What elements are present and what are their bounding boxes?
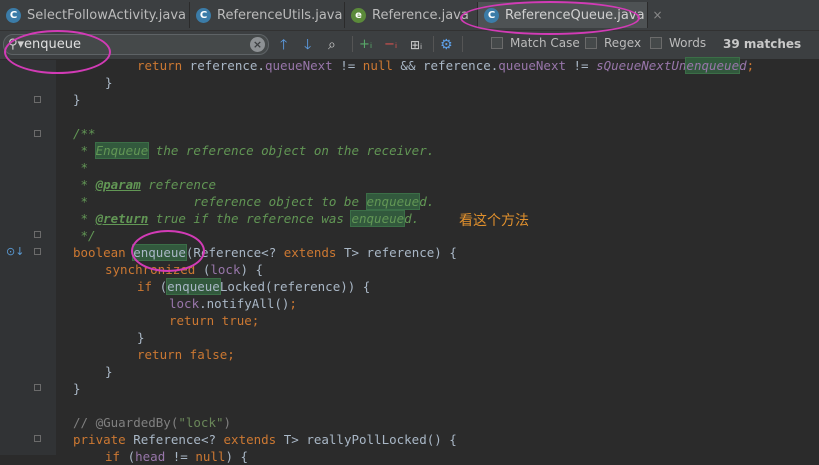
class-file-icon: C [196,7,211,23]
fold-marker-icon[interactable] [34,435,41,442]
code-line: } [105,364,113,379]
code-line: lock.notifyAll(); [169,296,297,311]
tab-reference-queue[interactable]: C ReferenceQueue.java × [478,2,663,28]
words-checkbox[interactable] [650,37,662,49]
implementation-marker-icon[interactable]: ⊙↓ [6,245,24,258]
tab-reference[interactable]: e Reference.java × [345,2,487,28]
code-line: } [137,330,145,345]
add-occurrence-icon[interactable]: +ᵢ [359,37,372,53]
tab-select-follow-activity[interactable]: C SelectFollowActivity.java × [0,2,204,28]
code-line: * reference object to be enqueued. [73,193,435,210]
regex-label: Regex [604,36,642,50]
previous-occurrence-icon[interactable]: 🡑 [280,37,287,53]
close-icon[interactable]: × [653,8,663,22]
code-line: * Enqueue the reference object on the re… [73,142,435,159]
fold-marker-icon[interactable] [34,130,41,137]
words-label: Words [669,36,707,50]
next-occurrence-icon[interactable]: 🡓 [304,37,311,53]
enum-file-icon: e [351,7,366,23]
code-line: boolean enqueue(Reference<? extends T> r… [73,244,457,261]
code-line: * @return true if the reference was enqu… [73,210,420,227]
fold-marker-icon[interactable] [34,231,41,238]
search-icon[interactable]: ⚲▾ [8,35,24,54]
code-line: * @param reference [73,177,216,192]
tab-label: SelectFollowActivity.java [27,7,187,23]
code-line: if (head != null) { [105,449,249,464]
class-file-icon: C [484,7,499,23]
fold-marker-icon[interactable] [34,384,41,391]
toolbar-divider [433,36,434,52]
code-line: } [73,92,81,107]
tab-reference-utils[interactable]: C ReferenceUtils.java × [190,2,361,28]
code-line: return reference.queueNext != null && re… [137,57,755,74]
code-line: * [73,160,89,175]
toolbar-divider [462,36,463,52]
code-line: // @GuardedBy("lock") [73,415,232,430]
search-input[interactable] [24,36,249,53]
code-line: } [73,381,81,396]
code-line: */ [73,228,96,243]
regex-checkbox[interactable] [585,37,597,49]
code-line: if (enqueueLocked(reference)) { [137,278,371,295]
code-line: return true; [169,313,260,328]
toolbar-divider [352,36,353,52]
find-in-path-icon[interactable]: ⌕ [328,37,336,53]
match-case-label: Match Case [510,36,580,50]
code-line: /** [73,126,96,141]
select-all-occurrences-icon[interactable]: ⊞ᵢ [410,37,422,53]
remove-occurrence-icon[interactable]: −ᵢ [384,37,397,53]
code-line: } [105,75,113,90]
tab-label: ReferenceQueue.java [505,7,645,23]
editor-tab-bar: C SelectFollowActivity.java × C Referenc… [0,0,819,31]
fold-marker-icon[interactable] [34,96,41,103]
tab-label: Reference.java [372,7,469,23]
tab-label: ReferenceUtils.java [217,7,343,23]
code-line: private Reference<? extends T> reallyPol… [73,432,457,447]
match-count: 39 matches [723,37,802,51]
annotation-note: 看这个方法 [459,213,529,229]
gear-icon[interactable]: ⚙ [440,37,453,53]
code-line: synchronized (lock) { [105,262,264,277]
fold-marker-icon[interactable] [34,248,41,255]
clear-search-icon[interactable]: × [250,37,265,52]
match-case-checkbox[interactable] [491,37,503,49]
class-file-icon: C [6,7,21,23]
search-field: ⚲▾ × [3,34,269,55]
code-line: return false; [137,347,235,362]
